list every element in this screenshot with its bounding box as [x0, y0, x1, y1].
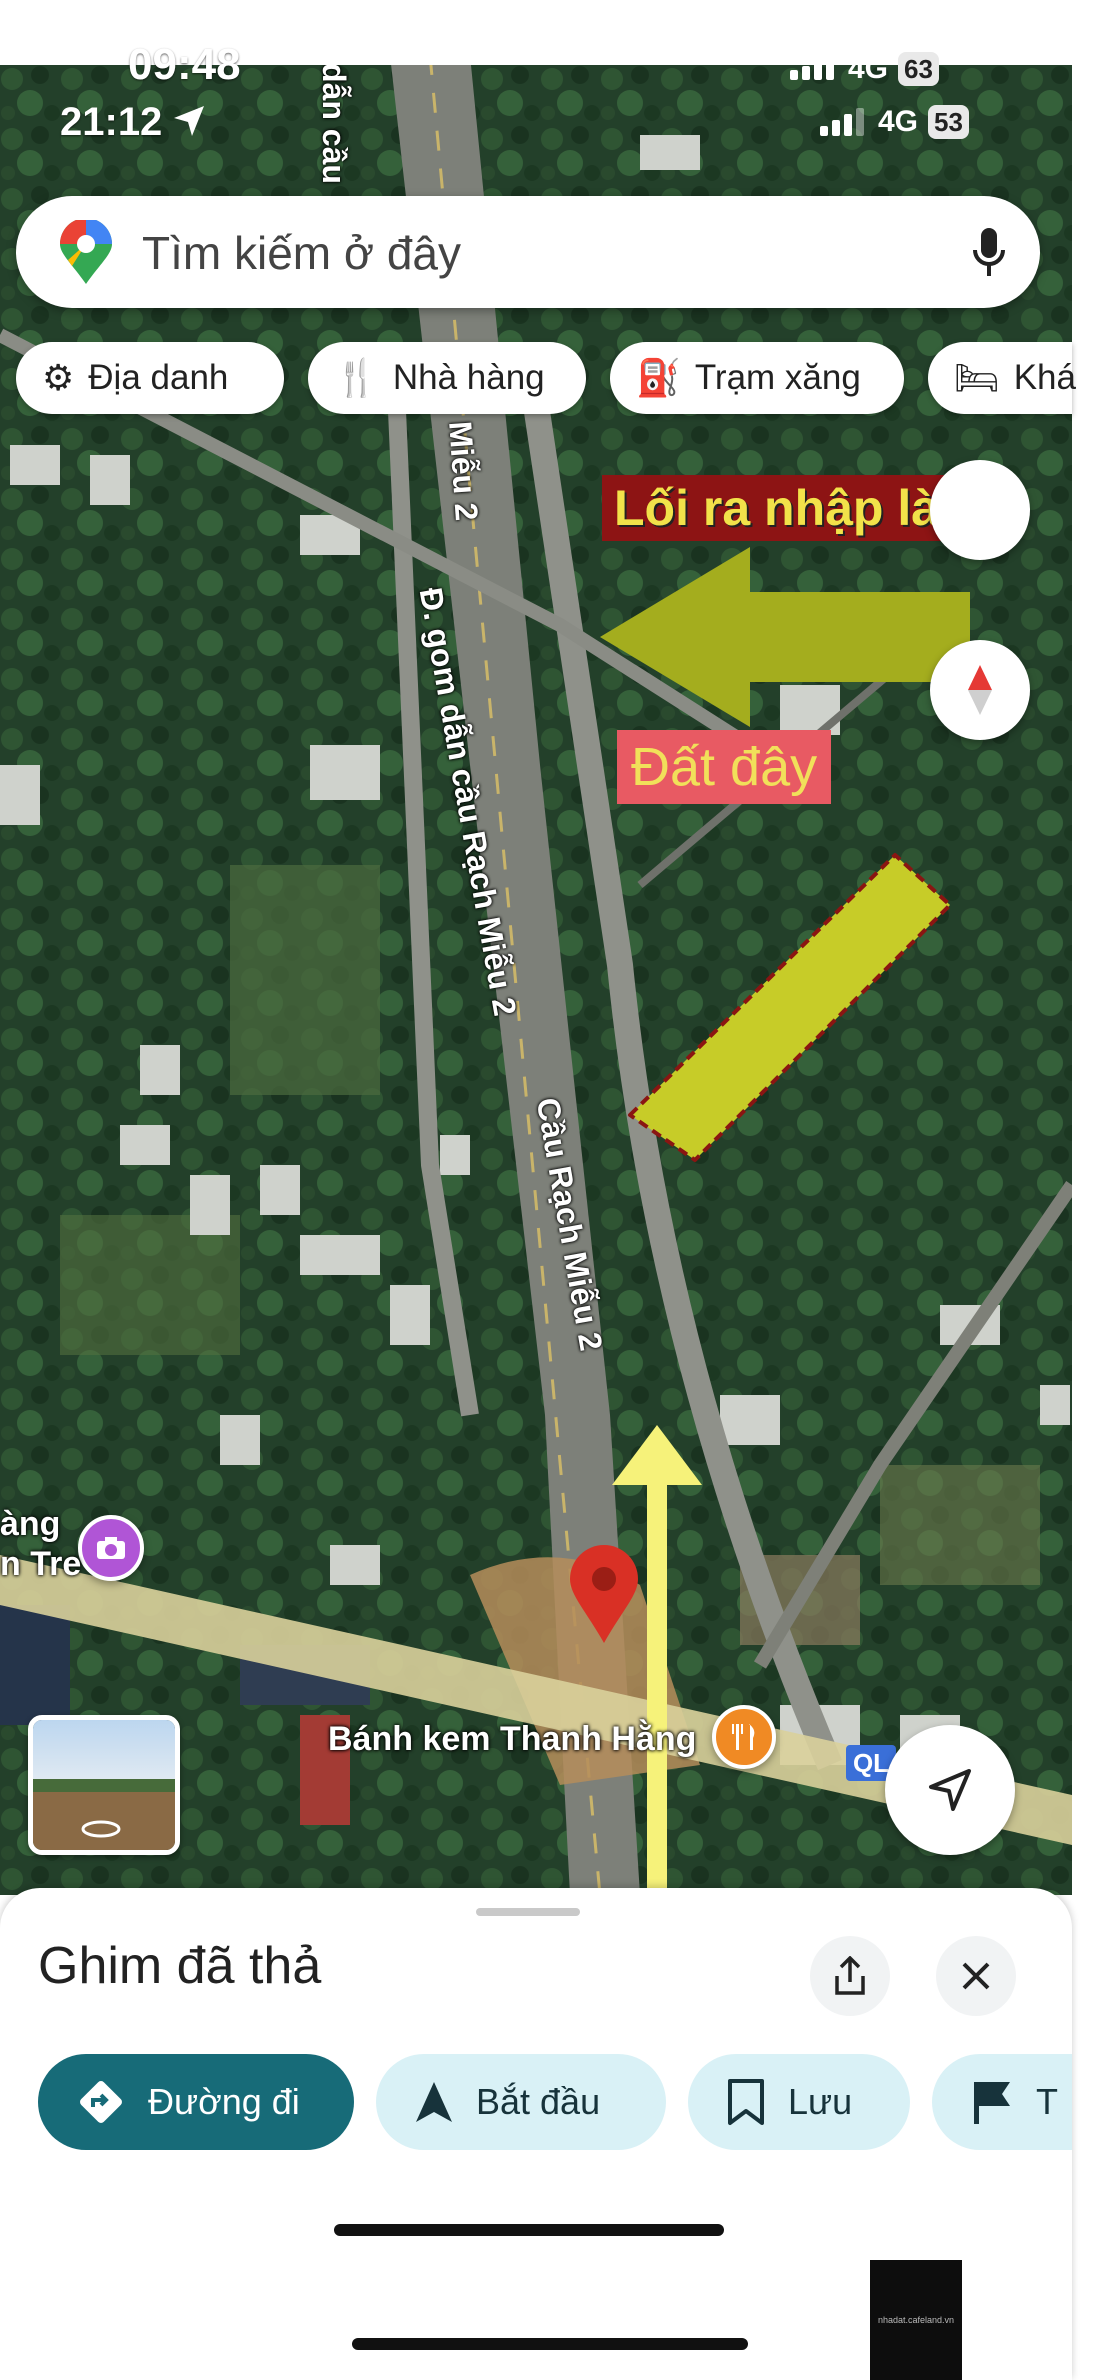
search-input[interactable]: Tìm kiếm ở đây [142, 226, 461, 280]
chip-hotels[interactable]: 🛏 Khá [928, 342, 1076, 414]
chip-label: Khá [1013, 358, 1076, 397]
poi-left-label-1: àng [0, 1505, 61, 1543]
rotate-360-icon [81, 1820, 121, 1838]
poi-bakery-label[interactable]: Bánh kem Thanh Hằng [328, 1720, 696, 1759]
sheet-title: Ghim đã thả [38, 1937, 322, 1995]
annotation-land-label: Đất đây [617, 730, 832, 804]
dropped-pin-icon[interactable] [566, 1545, 642, 1645]
signal-icon-top [790, 58, 838, 80]
land-parcel-highlight [628, 853, 952, 1162]
search-bar[interactable]: Tìm kiếm ở đây [16, 196, 1040, 308]
bookmark-icon [726, 2078, 766, 2126]
share-button[interactable] [810, 1936, 890, 2016]
fork-knife-icon: 🍴 [334, 357, 379, 398]
camera-poi-icon[interactable] [78, 1515, 144, 1581]
network-label: 4G [878, 105, 919, 138]
status-right-top: 4G 63 [790, 52, 939, 86]
directions-label: Đường đi [148, 2081, 300, 2122]
battery-icon: 53 [928, 105, 969, 139]
microphone-icon[interactable] [971, 226, 1007, 280]
chip-landmarks[interactable]: ⚙ Địa danh [16, 342, 284, 414]
layers-button[interactable] [930, 460, 1030, 560]
poi-left-label-2: n Tre [0, 1545, 82, 1583]
arrow-left-icon [600, 547, 970, 727]
start-button[interactable]: Bắt đầu [376, 2054, 666, 2150]
directions-button[interactable]: Đường đi [38, 2054, 354, 2150]
chip-label: Địa danh [88, 358, 229, 397]
watermark-badge: nhadat.cafeland.vn [870, 2260, 962, 2380]
navigation-arrow-icon [414, 2080, 454, 2124]
ferris-wheel-icon: ⚙ [42, 357, 75, 398]
my-location-button[interactable] [885, 1725, 1015, 1855]
street-view-thumbnail[interactable] [28, 1715, 180, 1855]
close-button[interactable] [936, 1936, 1016, 2016]
battery-icon-top: 63 [898, 52, 939, 86]
network-label-top: 4G [848, 52, 889, 85]
gas-pump-icon: ⛽ [636, 357, 681, 398]
directions-icon [76, 2077, 126, 2127]
status-right: 4G 53 [820, 105, 969, 139]
location-arrow-icon [174, 106, 204, 136]
road-label-fragment: Miễu 2 [442, 420, 485, 522]
restaurant-poi-icon[interactable] [712, 1705, 776, 1769]
home-indicator [334, 2224, 724, 2236]
chip-restaurants[interactable]: 🍴 Nhà hàng [308, 342, 586, 414]
compass-icon [968, 665, 992, 715]
signal-icon [820, 108, 868, 136]
status-time-top: 09:48 [128, 40, 241, 89]
status-time: 21:12 [60, 100, 163, 144]
share-icon [835, 1956, 865, 1995]
start-label: Bắt đầu [476, 2081, 601, 2122]
flag-icon [970, 2078, 1014, 2126]
close-icon [962, 1962, 990, 1990]
watermark-text: nhadat.cafeland.vn [877, 2315, 955, 2325]
map-view[interactable]: dẫn cầu Đ. gom dẫn cầu Rạch Miễu 2 Miễu … [0, 65, 1072, 1895]
chip-label: Trạm xăng [694, 358, 861, 397]
bed-icon: 🛏 [954, 357, 1000, 398]
label-button[interactable]: T [932, 2054, 1072, 2150]
save-button[interactable]: Lưu [688, 2054, 910, 2150]
compass-button[interactable] [930, 640, 1030, 740]
chip-gas-stations[interactable]: ⛽ Trạm xăng [610, 342, 904, 414]
label-label: T [1036, 2081, 1058, 2122]
sheet-drag-handle[interactable] [476, 1908, 580, 1916]
navigation-arrow-outline-icon [929, 1769, 971, 1811]
chip-label: Nhà hàng [392, 358, 545, 397]
google-maps-logo-icon [60, 220, 112, 284]
save-label: Lưu [788, 2081, 853, 2122]
arrow-up-icon [612, 1425, 702, 1895]
road-label-top: dẫn cầu [316, 65, 352, 184]
home-indicator-lower [352, 2338, 748, 2350]
